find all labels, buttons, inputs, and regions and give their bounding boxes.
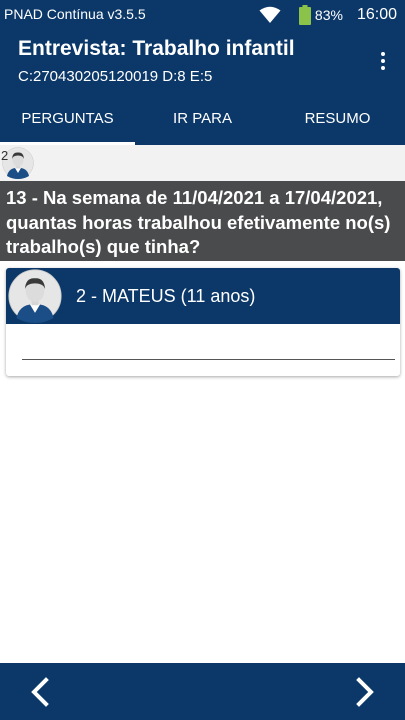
wifi-icon bbox=[259, 6, 281, 23]
tab-resumo[interactable]: RESUMO bbox=[270, 92, 405, 145]
tab-ir-para[interactable]: IR PARA bbox=[135, 92, 270, 145]
app-bar: Entrevista: Trabalho infantil C:27043020… bbox=[0, 30, 405, 92]
person-strip: 2 bbox=[0, 145, 405, 181]
menu-dot bbox=[381, 66, 385, 70]
person-number: 2 bbox=[1, 148, 9, 163]
status-app-name: PNAD Contínua v3.5.5 bbox=[4, 6, 146, 22]
status-bar: PNAD Contínua v3.5.5 83% 16:00 bbox=[0, 0, 405, 30]
bottom-nav-bar bbox=[0, 663, 405, 720]
person-name-label: 2 - MATEUS (11 anos) bbox=[76, 286, 256, 306]
person-avatar-icon bbox=[8, 269, 62, 323]
hours-input[interactable] bbox=[22, 336, 395, 360]
interview-code: C:270430205120019 D:8 E:5 bbox=[18, 68, 213, 85]
chevron-right-icon[interactable] bbox=[349, 676, 379, 708]
answer-card: 2 - MATEUS (11 anos) bbox=[6, 268, 400, 376]
tab-bar: PERGUNTAS IR PARA RESUMO bbox=[0, 92, 405, 145]
chevron-left-icon[interactable] bbox=[26, 676, 56, 708]
tab-perguntas[interactable]: PERGUNTAS bbox=[0, 92, 135, 145]
question-text: 13 - Na semana de 11/04/2021 a 17/04/202… bbox=[0, 181, 405, 261]
menu-dot bbox=[381, 52, 385, 56]
status-indicators: 83% 16:00 bbox=[259, 5, 397, 25]
overflow-menu-icon[interactable] bbox=[369, 46, 397, 76]
clock: 16:00 bbox=[356, 6, 397, 23]
battery-percent: 83% bbox=[314, 7, 343, 23]
battery-icon bbox=[298, 5, 311, 25]
card-header: 2 - MATEUS (11 anos) bbox=[6, 268, 400, 324]
menu-dot bbox=[381, 59, 385, 63]
page-title: Entrevista: Trabalho infantil bbox=[18, 37, 295, 60]
